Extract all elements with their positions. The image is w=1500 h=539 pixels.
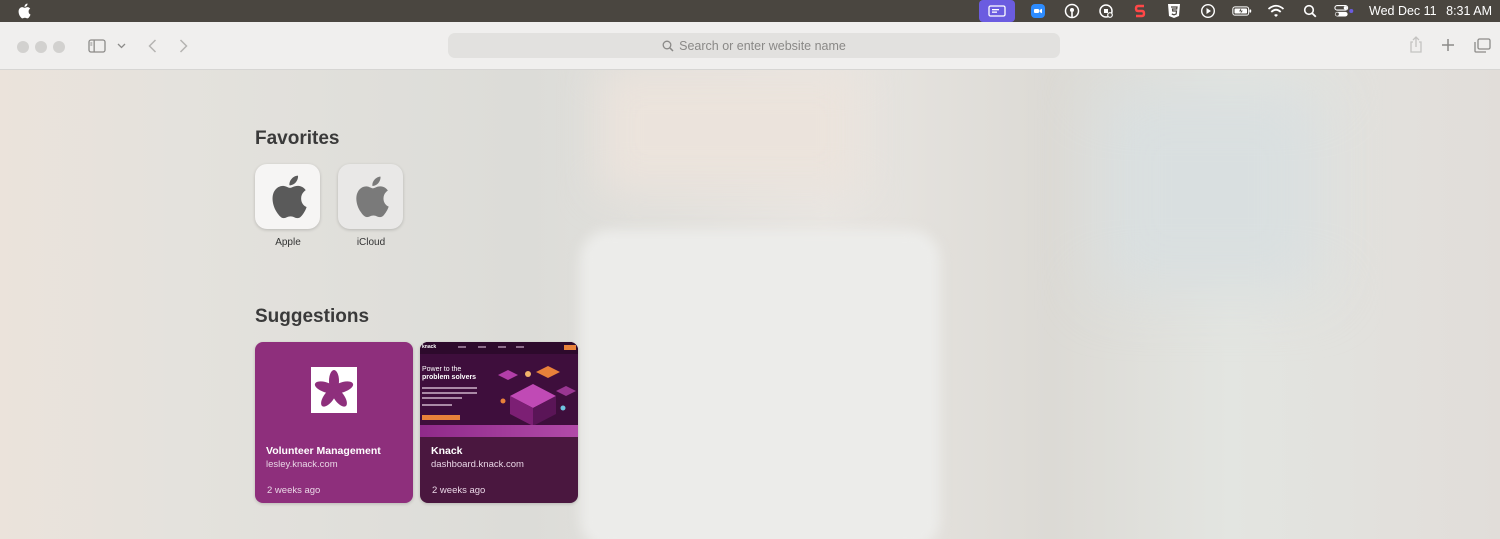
knack-website-preview: knack Power to the problem solvers [420,342,578,437]
preview-navbar [420,342,578,354]
card-url: dashboard.knack.com [431,459,524,470]
zoom-icon[interactable] [1028,3,1048,19]
preview-text-line [422,397,462,399]
background-blur [580,230,940,539]
clock-time: 8:31 AM [1446,4,1492,18]
share-icon[interactable] [1407,35,1425,55]
preview-headline-bold: problem solvers [422,374,477,381]
preview-nav-link [498,346,506,348]
new-tab-plus-icon[interactable] [1439,36,1457,54]
card-time: 2 weeks ago [267,485,321,496]
battery-icon [1232,3,1252,19]
favorite-label: iCloud [356,237,386,248]
podcast-icon[interactable] [1062,3,1082,19]
sidebar-toggle-icon[interactable] [87,38,107,54]
background-blur [600,70,860,190]
background-blur [1100,90,1320,290]
preview-nav-link [516,346,524,348]
card-title: Volunteer Management [266,445,381,457]
tab-overview-icon[interactable] [1472,36,1492,54]
zoom-window-button[interactable] [53,41,65,53]
clock-day: Wed Dec 11 [1369,4,1437,18]
control-center-icon[interactable] [1334,3,1354,19]
tab-group-chevron-down-icon[interactable] [115,41,127,51]
apple-logo-icon [355,176,389,217]
card-preview [255,342,413,437]
favorite-icloud[interactable]: iCloud [338,164,404,248]
preview-headline: Power to the problem solvers [422,366,476,382]
forward-chevron-icon[interactable] [176,37,190,55]
browser-toolbar: Search or enter website name [0,22,1500,70]
screen-mirroring-icon[interactable] [979,0,1015,22]
card-url: lesley.knack.com [266,459,338,470]
search-icon [662,40,674,52]
back-chevron-icon[interactable] [145,37,159,55]
preview-text-line [422,404,452,406]
favorite-label: Apple [275,237,301,248]
preview-text-line [422,387,477,389]
card-time: 2 weeks ago [432,485,486,496]
asterisk-logo-icon [311,367,357,413]
apple-menu-icon[interactable] [17,3,31,19]
apple-logo-icon [272,175,307,218]
preview-illustration [498,366,576,426]
minimize-window-button[interactable] [35,41,47,53]
play-icon[interactable] [1198,3,1218,19]
favorite-tile[interactable] [338,164,403,229]
menu-bar: Wed Dec 11 8:31 AM [0,0,1500,22]
favorites-title: Favorites [255,128,340,149]
address-placeholder: Search or enter website name [679,38,846,53]
favorite-apple[interactable]: Apple [255,164,321,248]
favorite-tile[interactable] [255,164,320,229]
slack-s-icon[interactable] [1130,3,1150,19]
preview-cta-button [422,415,460,420]
preview-signup-button [564,345,576,350]
preview-headline-line: Power to the [422,366,462,373]
preview-nav-link [458,346,466,348]
preview-text-line [422,392,477,394]
suggestions-title: Suggestions [255,306,370,327]
html5-icon[interactable] [1164,3,1184,19]
copilot-icon[interactable] [1096,3,1116,19]
preview-logo: knack [422,344,437,350]
card-title: Knack [431,445,463,457]
suggestion-card-knack[interactable]: knack Power to the problem solvers Knack… [420,342,578,503]
close-window-button[interactable] [17,41,29,53]
preview-nav-link [478,346,486,348]
card-preview: knack Power to the problem solvers [420,342,578,437]
menu-bar-clock[interactable]: Wed Dec 11 8:31 AM [1369,4,1492,18]
wifi-icon[interactable] [1266,3,1286,19]
start-page: Favorites Apple iCloud Suggestions Volun… [0,70,1500,539]
address-bar[interactable]: Search or enter website name [448,33,1060,58]
preview-footer-stripe [420,425,578,437]
spotlight-search-icon[interactable] [1300,3,1320,19]
suggestion-card-volunteer-management[interactable]: Volunteer Management lesley.knack.com 2 … [255,342,413,503]
